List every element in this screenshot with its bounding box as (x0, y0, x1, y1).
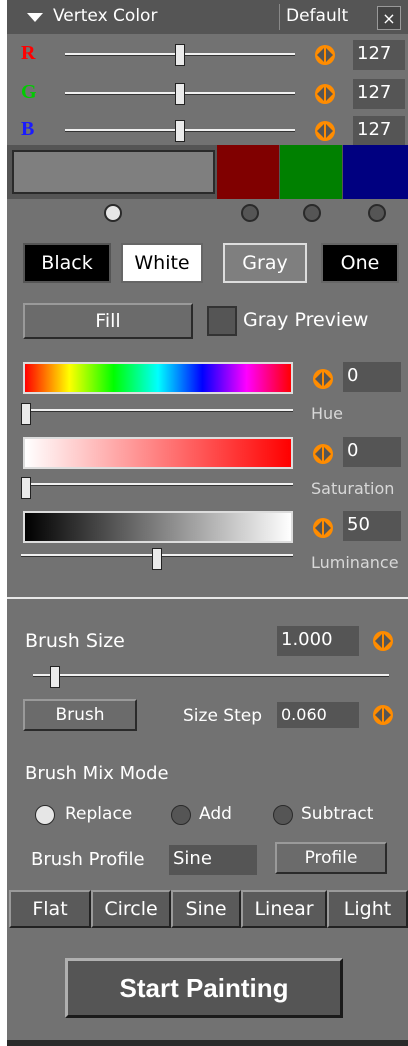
mix-mode-add-label: Add (199, 804, 232, 824)
profile-sine-label: Sine (185, 898, 227, 920)
channel-slider-b[interactable] (65, 120, 295, 142)
channel-stepper-icon-g[interactable] (313, 83, 343, 105)
channel-slider-thumb-r[interactable] (174, 44, 185, 66)
hue-slider-thumb[interactable] (21, 403, 31, 425)
hue-slider[interactable] (21, 403, 293, 425)
fill-button-label: Fill (95, 310, 121, 332)
section-divider (7, 597, 408, 599)
saturation-slider-thumb[interactable] (21, 477, 31, 499)
vertex-color-panel: Vertex Color Default × R 127 G 127 B 127 Blac… (7, 0, 408, 1046)
channel-value-g[interactable]: 127 (353, 79, 405, 109)
blue-swatch[interactable] (343, 145, 408, 199)
start-painting-button[interactable]: Start Painting (65, 958, 343, 1018)
mix-mode-replace-radio[interactable] (35, 805, 55, 825)
profile-button[interactable]: Profile (275, 842, 387, 874)
white-button-label: White (134, 252, 190, 274)
brush-button[interactable]: Brush (23, 699, 137, 731)
brush-size-slider-thumb[interactable] (50, 666, 61, 688)
saturation-label: Saturation (311, 479, 395, 498)
gray-button-label: Gray (242, 252, 288, 274)
brush-size-slider[interactable] (33, 666, 389, 688)
black-button[interactable]: Black (23, 243, 111, 283)
white-button[interactable]: White (121, 243, 203, 283)
hue-spectrum-bar[interactable] (23, 362, 293, 394)
gray-preview-label: Gray Preview (243, 309, 369, 331)
saturation-slider[interactable] (21, 477, 293, 499)
channel-letter-g: G (21, 81, 37, 103)
luminance-label: Luminance (311, 553, 399, 572)
channel-value-r[interactable]: 127 (353, 40, 405, 70)
channel-stepper-icon-r[interactable] (313, 44, 343, 66)
red-swatch[interactable] (217, 145, 279, 199)
collapse-triangle-icon[interactable] (27, 11, 43, 23)
channel-letter-b: B (21, 118, 35, 140)
profile-linear-button[interactable]: Linear (241, 890, 327, 928)
brush-size-value[interactable]: 1.000 (277, 626, 359, 656)
profile-sine-button[interactable]: Sine (171, 890, 241, 928)
black-button-label: Black (41, 252, 93, 274)
size-step-label: Size Step (183, 706, 263, 726)
brush-button-label: Brush (55, 705, 105, 725)
brush-profile-label: Brush Profile (31, 849, 145, 870)
mix-mode-subtract-radio[interactable] (273, 805, 293, 825)
channel-slider-thumb-g[interactable] (174, 83, 185, 105)
close-icon: × (382, 8, 396, 28)
luminance-value[interactable]: 50 (343, 511, 401, 541)
size-step-value[interactable]: 0.060 (277, 702, 359, 728)
mix-mode-replace-label: Replace (65, 804, 133, 824)
mix-mode-add-radio[interactable] (171, 805, 191, 825)
start-painting-label: Start Painting (119, 972, 289, 1003)
saturation-stepper-icon[interactable] (311, 443, 341, 465)
saturation-bar[interactable] (23, 437, 293, 469)
luminance-slider[interactable] (21, 548, 293, 570)
hue-stepper-icon[interactable] (311, 368, 341, 390)
size-step-stepper-icon[interactable] (371, 704, 401, 726)
channel-slider-r[interactable] (65, 44, 295, 66)
hue-value[interactable]: 0 (343, 362, 401, 392)
current-color-swatch[interactable] (12, 150, 215, 194)
luminance-stepper-icon[interactable] (311, 517, 341, 539)
panel-bottom-edge (7, 1040, 408, 1046)
hue-label: Hue (311, 404, 344, 423)
channel-stepper-icon-b[interactable] (313, 120, 343, 142)
gray-preview-checkbox[interactable] (207, 306, 237, 336)
saturation-value[interactable]: 0 (343, 437, 401, 467)
preset-dropdown-value: Default (286, 6, 349, 26)
close-button[interactable]: × (377, 6, 401, 30)
red-swatch-indicator[interactable] (241, 204, 259, 222)
brush-mix-mode-label: Brush Mix Mode (25, 763, 169, 784)
green-swatch-indicator[interactable] (303, 204, 321, 222)
profile-linear-label: Linear (254, 898, 314, 920)
gray-button[interactable]: Gray (223, 243, 307, 283)
luminance-bar[interactable] (23, 511, 293, 543)
channel-letter-r: R (21, 42, 36, 64)
profile-light-label: Light (343, 898, 392, 920)
channel-slider-g[interactable] (65, 83, 295, 105)
profile-circle-button[interactable]: Circle (91, 890, 171, 928)
current-swatch-indicator[interactable] (104, 204, 122, 222)
panel-title: Vertex Color (53, 6, 158, 26)
brush-size-stepper-icon[interactable] (371, 630, 401, 652)
fill-button[interactable]: Fill (23, 303, 193, 339)
profile-flat-label: Flat (32, 898, 68, 920)
color-swatch-bar (7, 145, 408, 199)
mix-mode-subtract-label: Subtract (301, 804, 374, 824)
one-button-label: One (340, 252, 380, 274)
preset-dropdown[interactable]: Default (279, 4, 375, 30)
profile-light-button[interactable]: Light (327, 890, 408, 928)
luminance-slider-thumb[interactable] (152, 548, 162, 570)
one-button[interactable]: One (321, 243, 399, 283)
profile-button-label: Profile (304, 848, 358, 868)
channel-value-b[interactable]: 127 (353, 116, 405, 146)
channel-slider-thumb-b[interactable] (174, 120, 185, 142)
green-swatch[interactable] (280, 145, 342, 199)
panel-titlebar[interactable]: Vertex Color Default × (7, 0, 408, 34)
brush-profile-value[interactable]: Sine (169, 845, 257, 875)
profile-flat-button[interactable]: Flat (9, 890, 91, 928)
brush-size-label: Brush Size (25, 630, 125, 652)
profile-circle-label: Circle (104, 898, 158, 920)
blue-swatch-indicator[interactable] (368, 204, 386, 222)
